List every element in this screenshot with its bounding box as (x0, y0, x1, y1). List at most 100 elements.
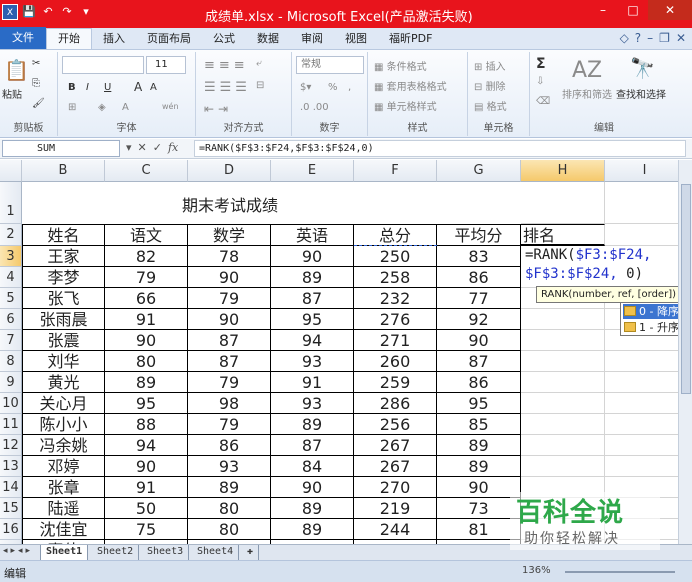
row-header-6[interactable]: 6 (0, 309, 22, 330)
column-header-c[interactable]: C (105, 160, 188, 182)
shrink-font-button[interactable]: A (150, 82, 157, 93)
tab-home[interactable]: 开始 (46, 28, 92, 49)
table-cell[interactable]: 张章 (22, 477, 105, 498)
table-cell[interactable]: 王家 (22, 246, 105, 267)
header-cell[interactable]: 平均分 (437, 224, 521, 246)
font-name-select[interactable] (62, 56, 144, 74)
wrap-text-icon[interactable]: ⤶ (256, 58, 262, 69)
table-cell[interactable]: 271 (354, 330, 437, 351)
function-tooltip[interactable]: RANK(number, ref, [order]) (536, 286, 681, 303)
format-painter-icon[interactable]: 🖌 (32, 98, 45, 109)
sheet-nav-icons[interactable]: ◂▸◂▸ (3, 546, 33, 556)
doc-close-icon[interactable]: ✕ (676, 31, 686, 45)
redo-icon[interactable]: ↷ (59, 4, 75, 20)
cell-edit-h3[interactable]: =RANK($F3:$F24, $F$3:$F$24, 0) (522, 246, 692, 286)
table-cell[interactable]: 90 (188, 267, 271, 288)
table-cell[interactable]: 91 (271, 372, 354, 393)
table-cell[interactable]: 82 (105, 246, 188, 267)
cancel-icon[interactable]: ✕ (138, 141, 147, 154)
table-cell[interactable]: 89 (271, 414, 354, 435)
tab-page-layout[interactable]: 页面布局 (136, 29, 202, 49)
table-cell[interactable]: 邓婷 (22, 456, 105, 477)
table-cell[interactable]: 89 (437, 435, 521, 456)
header-cell[interactable]: 数学 (188, 224, 271, 246)
table-cell[interactable]: 270 (354, 477, 437, 498)
format-cells-button[interactable]: ▤ 格式 (474, 98, 507, 113)
font-size-select[interactable]: 11 (146, 56, 186, 74)
column-header-g[interactable]: G (437, 160, 521, 182)
table-cell[interactable]: 85 (437, 414, 521, 435)
table-cell[interactable]: 256 (354, 414, 437, 435)
excel-logo-icon[interactable]: X (2, 4, 18, 20)
header-cell[interactable]: 姓名 (22, 224, 105, 246)
phonetic-button[interactable]: wén (162, 102, 179, 111)
comma-button[interactable]: , (348, 82, 351, 93)
table-cell[interactable]: 89 (271, 519, 354, 540)
tab-view[interactable]: 视图 (334, 29, 378, 49)
sheet-tab-4[interactable]: Sheet4 (192, 545, 240, 560)
clear-icon[interactable]: ⌫ (536, 96, 550, 107)
table-cell[interactable]: 276 (354, 309, 437, 330)
table-cell[interactable]: 98 (188, 393, 271, 414)
table-cell[interactable]: 92 (437, 309, 521, 330)
sheet-tab-2[interactable]: Sheet2 (92, 545, 140, 560)
select-all-corner[interactable] (0, 160, 22, 182)
table-cell[interactable]: 90 (271, 477, 354, 498)
tab-data[interactable]: 数据 (246, 29, 290, 49)
cell-empty[interactable] (521, 309, 605, 330)
find-select-button[interactable]: 查找和选择 (616, 86, 666, 101)
grow-font-button[interactable]: A (134, 80, 142, 94)
row-header-16[interactable]: 16 (0, 519, 22, 540)
customize-qat-icon[interactable]: ▾ (78, 4, 94, 20)
table-cell[interactable]: 79 (188, 372, 271, 393)
table-cell[interactable]: 267 (354, 456, 437, 477)
cell-styles-button[interactable]: ▦ 单元格样式 (374, 98, 437, 113)
cell-empty[interactable] (605, 435, 685, 456)
tab-foxit-pdf[interactable]: 福昕PDF (378, 29, 443, 49)
doc-restore-icon[interactable]: ❐ (659, 31, 670, 45)
underline-button[interactable]: U (104, 82, 111, 93)
autocomplete-item-ascending[interactable]: 1 - 升序 (623, 320, 679, 335)
table-cell[interactable]: 50 (105, 498, 188, 519)
minimize-button[interactable]: – (588, 0, 618, 20)
table-cell[interactable]: 89 (437, 456, 521, 477)
row-header-4[interactable]: 4 (0, 267, 22, 288)
cell-empty[interactable] (521, 372, 605, 393)
table-cell[interactable]: 90 (188, 309, 271, 330)
formula-input[interactable]: =RANK($F$3:$F24,$F$3:$F$24,0) (194, 140, 686, 157)
table-cell[interactable]: 250 (354, 246, 437, 267)
row-header-12[interactable]: 12 (0, 435, 22, 456)
row-header-9[interactable]: 9 (0, 372, 22, 393)
table-cell[interactable]: 88 (105, 414, 188, 435)
save-icon[interactable]: 💾 (21, 4, 37, 20)
find-icon[interactable]: 🔭 (630, 56, 655, 80)
header-cell[interactable]: 总分 (354, 224, 437, 246)
table-cell[interactable]: 87 (437, 351, 521, 372)
table-cell[interactable]: 90 (437, 477, 521, 498)
cell-empty[interactable] (605, 372, 685, 393)
ribbon-collapse-icon[interactable]: ◇ (620, 31, 629, 45)
table-cell[interactable]: 95 (437, 393, 521, 414)
name-box-dropdown-icon[interactable]: ▾ (126, 141, 132, 154)
table-cell[interactable]: 66 (105, 288, 188, 309)
cell-empty[interactable] (605, 182, 685, 224)
table-cell[interactable]: 91 (105, 477, 188, 498)
table-cell[interactable]: 关心月 (22, 393, 105, 414)
currency-icon[interactable]: $▾ (300, 82, 311, 93)
autosum-icon[interactable]: Σ (536, 56, 546, 72)
name-box[interactable]: SUM (2, 140, 120, 157)
table-cell[interactable]: 87 (188, 351, 271, 372)
table-cell[interactable]: 87 (188, 330, 271, 351)
maximize-button[interactable]: □ (618, 0, 648, 20)
row-header-7[interactable]: 7 (0, 330, 22, 351)
row-header-8[interactable]: 8 (0, 351, 22, 372)
table-cell[interactable]: 87 (271, 435, 354, 456)
table-cell[interactable]: 78 (188, 246, 271, 267)
table-cell[interactable]: 89 (271, 267, 354, 288)
table-cell[interactable]: 232 (354, 288, 437, 309)
table-cell[interactable]: 259 (354, 372, 437, 393)
table-cell[interactable]: 75 (105, 519, 188, 540)
table-cell[interactable]: 95 (271, 309, 354, 330)
table-cell[interactable]: 94 (105, 435, 188, 456)
help-icon[interactable]: ? (635, 31, 641, 45)
